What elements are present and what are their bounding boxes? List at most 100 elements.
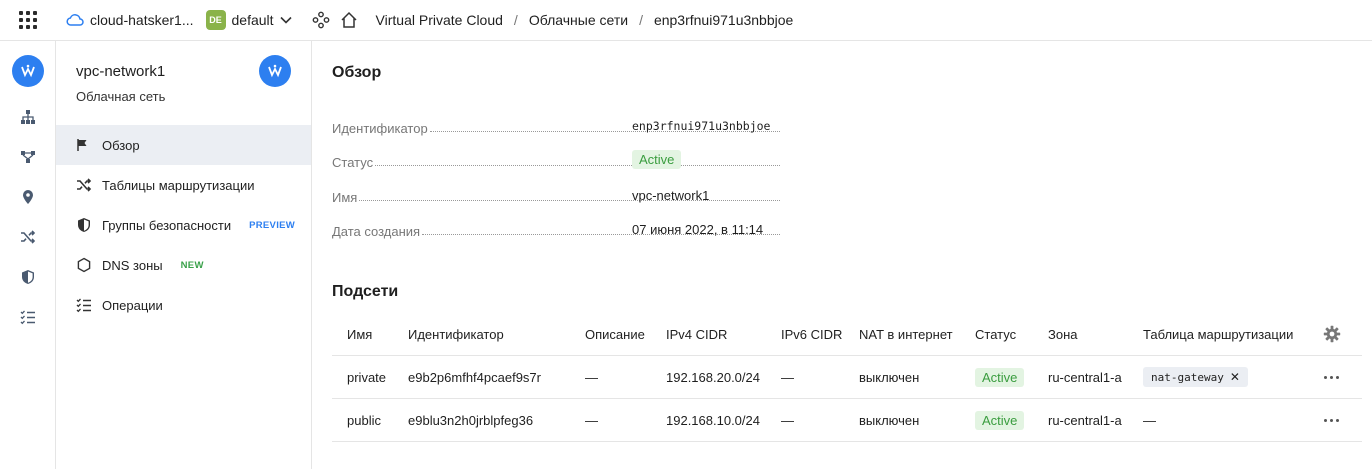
- rail-vpc-button[interactable]: [0, 55, 56, 87]
- breadcrumb-cloud-networks[interactable]: Облачные сети: [529, 12, 628, 28]
- nav-item-operations[interactable]: Операции: [56, 285, 311, 325]
- nav-item-dns-zones[interactable]: DNS зоны NEW: [56, 245, 311, 285]
- rail-subnets-button[interactable]: [0, 143, 56, 171]
- column-header[interactable]: Зона: [1048, 313, 1078, 355]
- hexagon-icon: [76, 257, 92, 273]
- field-label: Идентификатор: [332, 121, 428, 136]
- nav-item-route-tables[interactable]: Таблицы маршрутизации: [56, 165, 311, 205]
- created-value: 07 июня 2022, в 11:14: [632, 222, 764, 237]
- column-header[interactable]: Описание: [585, 313, 645, 355]
- cloud-icon: [66, 14, 84, 26]
- field-label: Дата создания: [332, 224, 421, 239]
- cell-status: Active: [975, 399, 1025, 441]
- nav-item-label: Операции: [102, 297, 163, 313]
- cell-route-table: —: [1143, 412, 1156, 428]
- close-icon[interactable]: ✕: [1230, 370, 1240, 384]
- column-header[interactable]: Таблица маршрутизации: [1143, 313, 1293, 355]
- cloud-name: cloud-hatsker1...: [90, 12, 194, 28]
- cell-zone: ru-central1-a: [1048, 412, 1122, 428]
- row-actions-button[interactable]: [1324, 356, 1339, 398]
- rail-ip-addresses-button[interactable]: [0, 183, 56, 211]
- main-content: Обзор Идентификатор enp3rfnui971u3nbbjoe…: [312, 41, 1372, 469]
- shuffle-icon: [76, 177, 92, 193]
- vpc-service-button[interactable]: [259, 55, 291, 87]
- network-title: vpc-network1: [76, 63, 166, 80]
- row-actions-button[interactable]: [1324, 399, 1339, 441]
- breadcrumb-separator: /: [639, 12, 643, 28]
- name-value: vpc-network1: [632, 188, 710, 203]
- table-settings-button[interactable]: [1323, 313, 1341, 355]
- breadcrumb-vpc[interactable]: Virtual Private Cloud: [376, 12, 503, 28]
- network-id-value: enp3rfnui971u3nbbjoe: [632, 119, 771, 133]
- network-subtitle: Облачная сеть: [76, 89, 166, 104]
- gear-icon: [1323, 325, 1341, 343]
- cell-ipv6: —: [781, 412, 794, 428]
- side-nav: vpc-network1 Облачная сеть Обзор Таблицы…: [56, 41, 312, 469]
- column-header[interactable]: IPv6 CIDR: [781, 313, 842, 355]
- table-header: Имя Идентификатор Описание IPv4 CIDR IPv…: [332, 313, 1362, 356]
- nav-item-label: DNS зоны: [102, 257, 163, 273]
- field-label: Имя: [332, 190, 358, 205]
- network-tree-icon: [21, 110, 35, 124]
- status-badge: Active: [632, 150, 682, 169]
- grid-icon: [19, 11, 37, 29]
- services-menu-button[interactable]: [0, 0, 56, 41]
- nav-item-security-groups[interactable]: Группы безопасности PREVIEW: [56, 205, 311, 245]
- home-icon[interactable]: [340, 11, 358, 29]
- shield-icon: [22, 270, 34, 284]
- status-badge: Active: [975, 410, 1025, 430]
- shield-icon: [76, 217, 92, 233]
- new-badge: NEW: [180, 259, 204, 271]
- cloud-selector[interactable]: cloud-hatsker1...: [66, 12, 194, 28]
- subnets-title: Подсети: [332, 283, 399, 300]
- rail-security-groups-button[interactable]: [0, 263, 56, 291]
- table-row[interactable]: private e9b2p6mfhf4pcaef9s7r — 192.168.2…: [332, 356, 1362, 399]
- route-table-chip[interactable]: nat-gateway ✕: [1143, 367, 1248, 387]
- preview-badge: PREVIEW: [249, 219, 296, 231]
- rail-route-tables-button[interactable]: [0, 223, 56, 251]
- breadcrumb: Virtual Private Cloud / Облачные сети / …: [376, 12, 794, 28]
- column-header[interactable]: Статус: [975, 313, 1016, 355]
- services-map-icon[interactable]: [312, 11, 330, 29]
- nav-item-overview[interactable]: Обзор: [56, 125, 311, 165]
- column-header[interactable]: IPv4 CIDR: [666, 313, 727, 355]
- cell-ipv4: 192.168.10.0/24: [666, 412, 760, 428]
- cell-ipv4: 192.168.20.0/24: [666, 369, 760, 385]
- cell-description: —: [585, 369, 598, 385]
- column-header[interactable]: Имя: [347, 313, 372, 355]
- cell-nat: выключен: [859, 369, 920, 385]
- rail-networks-button[interactable]: [0, 103, 56, 131]
- cell-nat: выключен: [859, 412, 920, 428]
- subnets-table: Имя Идентификатор Описание IPv4 CIDR IPv…: [332, 313, 1362, 442]
- field-status: Статус: [332, 150, 782, 170]
- cell-zone: ru-central1-a: [1048, 369, 1122, 385]
- folder-badge: DE: [205, 10, 226, 30]
- breadcrumb-separator: /: [513, 12, 518, 28]
- column-header[interactable]: Идентификатор: [408, 313, 504, 355]
- cell-ipv6: —: [781, 369, 794, 385]
- route-table-name: nat-gateway: [1151, 370, 1224, 384]
- vpc-icon: [12, 55, 44, 87]
- cell-id: e9blu3n2h0jrblpfeg36: [408, 412, 534, 428]
- cell-name[interactable]: public: [347, 399, 381, 441]
- nav-item-label: Обзор: [102, 137, 140, 153]
- chevron-down-icon: [279, 16, 292, 24]
- rail-operations-button[interactable]: [0, 303, 56, 331]
- folder-selector[interactable]: DE default: [205, 10, 292, 30]
- cell-name[interactable]: private: [347, 356, 386, 398]
- table-row[interactable]: public e9blu3n2h0jrblpfeg36 — 192.168.10…: [332, 399, 1362, 442]
- nav-item-label: Таблицы маршрутизации: [102, 177, 255, 193]
- list-check-icon: [76, 297, 92, 313]
- status-value: Active: [632, 150, 682, 169]
- list-check-icon: [20, 310, 35, 325]
- more-icon: [1324, 375, 1339, 379]
- folder-name: default: [231, 12, 274, 28]
- status-badge: Active: [975, 367, 1025, 387]
- breadcrumb-current: enp3rfnui971u3nbbjoe: [653, 12, 794, 28]
- flag-icon: [76, 137, 92, 153]
- field-label: Статус: [332, 155, 374, 170]
- vpc-icon: [268, 64, 282, 78]
- shuffle-icon: [21, 230, 36, 244]
- overview-title: Обзор: [332, 64, 382, 81]
- column-header[interactable]: NAT в интернет: [859, 313, 953, 355]
